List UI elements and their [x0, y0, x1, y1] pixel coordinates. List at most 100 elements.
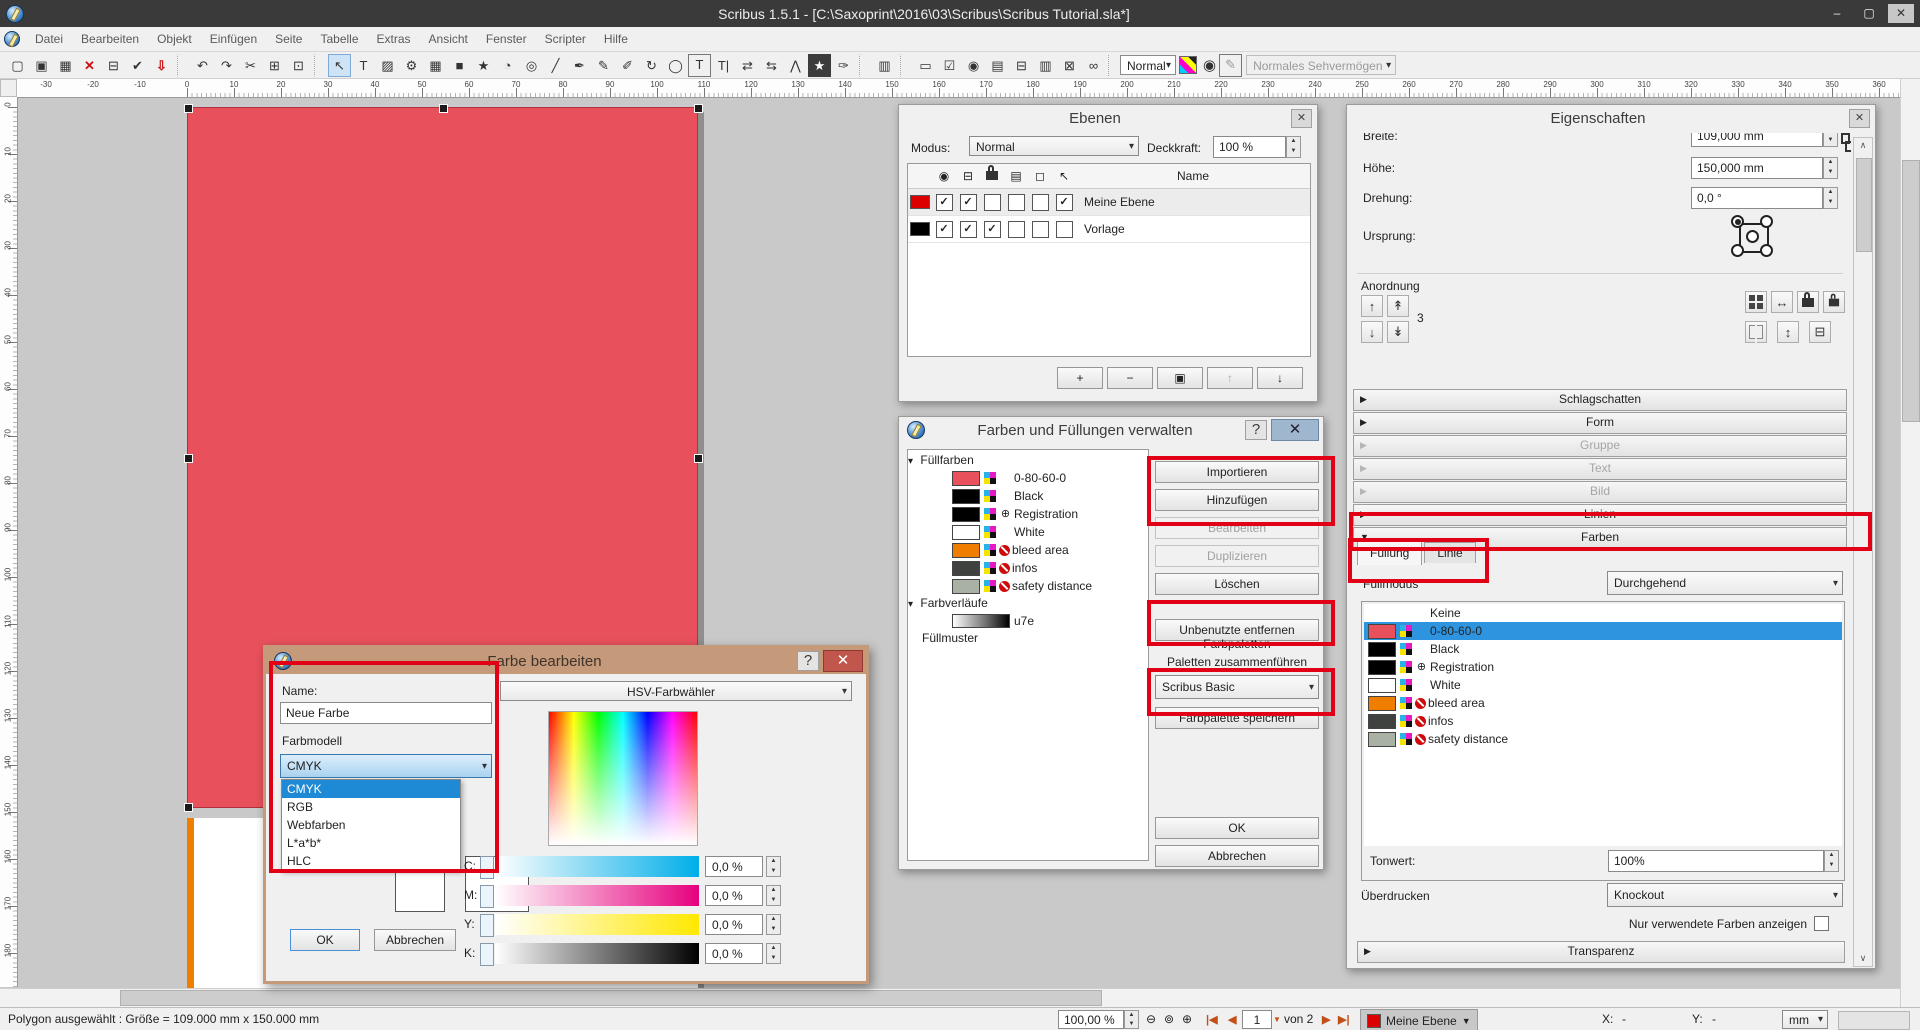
vertical-scrollbar-thumb[interactable]: [1902, 160, 1920, 422]
properties-scrollbar[interactable]: ∧ ∨: [1853, 137, 1873, 967]
measurements-icon[interactable]: ⋀: [784, 54, 807, 77]
insert-freehand-icon[interactable]: ✎: [592, 54, 615, 77]
height-spinner[interactable]: ▲ ▼: [1823, 157, 1838, 179]
color-item[interactable]: White: [1364, 676, 1842, 694]
pdf-check-box-icon[interactable]: ☑: [938, 54, 961, 77]
shade-spinner[interactable]: ▲ ▼: [1824, 850, 1839, 872]
pdf-link-annotation-icon[interactable]: ∞: [1082, 54, 1105, 77]
page-spinner-icon[interactable]: ▼: [1273, 1015, 1281, 1024]
basepoint-widget[interactable]: [1731, 215, 1773, 261]
color-item[interactable]: safety distance: [908, 577, 1148, 595]
rotation-input[interactable]: 0,0 °: [1691, 187, 1823, 209]
layer-outline-checkbox[interactable]: [1028, 193, 1052, 211]
selection-handle[interactable]: [694, 454, 703, 463]
color-item[interactable]: Black: [1364, 640, 1842, 658]
layer-textflow-checkbox[interactable]: [1004, 220, 1028, 238]
color-item[interactable]: Black: [908, 487, 1148, 505]
insert-line-icon[interactable]: ╱: [544, 54, 567, 77]
close-icon[interactable]: ✕: [1291, 108, 1312, 128]
insert-bezier-icon[interactable]: ✒: [568, 54, 591, 77]
menu-item[interactable]: Objekt: [148, 32, 201, 46]
slider-handle[interactable]: [480, 885, 494, 908]
basepoint-topleft[interactable]: [1731, 215, 1744, 228]
to-front-button[interactable]: ↟: [1387, 295, 1409, 317]
insert-table-icon[interactable]: ▦: [424, 54, 447, 77]
menu-item[interactable]: Scripter: [536, 32, 595, 46]
color-item[interactable]: bleed area: [908, 541, 1148, 559]
channel-value-input[interactable]: 0,0 %: [705, 856, 763, 877]
story-editor-icon[interactable]: T|: [712, 54, 735, 77]
selection-handle[interactable]: [184, 803, 193, 812]
section-bar[interactable]: ▶ Text: [1353, 458, 1847, 480]
color-model-option[interactable]: HLC: [282, 852, 460, 870]
basepoint-bottomleft[interactable]: [1731, 244, 1744, 257]
picker-mode-select[interactable]: HSV-Farbwähler: [500, 681, 852, 702]
gradients-group[interactable]: ▾ Farbverläufe: [908, 595, 1148, 612]
undo-icon[interactable]: ↶: [191, 54, 214, 77]
channel-spinner[interactable]: ▲ ▼: [766, 856, 781, 877]
open-document-icon[interactable]: ▣: [30, 54, 53, 77]
color-model-option[interactable]: L*a*b*: [282, 834, 460, 852]
opacity-spinner[interactable]: ▲ ▼: [1286, 136, 1301, 158]
duplicate-button[interactable]: Duplizieren: [1155, 545, 1319, 567]
page-number-input[interactable]: 1: [1242, 1010, 1272, 1029]
opacity-input[interactable]: 100 %: [1213, 136, 1286, 158]
menu-item[interactable]: Datei: [26, 32, 72, 46]
layer-color-swatch[interactable]: [910, 222, 930, 236]
insert-polygon-icon[interactable]: ★: [472, 54, 495, 77]
slider-track[interactable]: [495, 856, 699, 877]
tree-expand-icon[interactable]: ▾: [908, 456, 913, 467]
paste-icon[interactable]: ⊡: [287, 54, 310, 77]
layer-lock-checkbox[interactable]: ✓: [980, 220, 1004, 238]
edit-contents-icon[interactable]: T: [688, 53, 711, 77]
fill-colors-group[interactable]: ▾ Füllfarben: [908, 452, 1148, 469]
minimize-button[interactable]: –: [1824, 4, 1850, 23]
insert-spiral-icon[interactable]: ◎: [520, 54, 543, 77]
lock-button[interactable]: [1797, 291, 1819, 313]
tree-expand-icon[interactable]: ▾: [908, 599, 913, 610]
add-button[interactable]: Hinzufügen: [1155, 489, 1319, 511]
next-page-icon[interactable]: ▶: [1322, 1013, 1330, 1026]
menu-item[interactable]: Seite: [266, 32, 311, 46]
colors-manager-titlebar[interactable]: Farben und Füllungen verwalten ? ✕: [899, 417, 1323, 443]
duplicate-layer-button[interactable]: ▣: [1157, 367, 1203, 389]
zoom-reset-icon[interactable]: ⊚: [1164, 1012, 1174, 1026]
menu-item[interactable]: Einfügen: [201, 32, 266, 46]
slider-track[interactable]: [495, 885, 699, 906]
menu-item[interactable]: Hilfe: [595, 32, 637, 46]
section-bar[interactable]: ▶ Schlagschatten: [1353, 389, 1847, 411]
overprint-select[interactable]: Knockout: [1607, 883, 1843, 907]
color-item[interactable]: bleed area: [1364, 694, 1842, 712]
scrollbar-thumb[interactable]: [1856, 158, 1872, 252]
layer-visible-checkbox[interactable]: ✓: [932, 220, 956, 238]
delete-layer-button[interactable]: −: [1107, 367, 1153, 389]
ok-button[interactable]: OK: [1155, 817, 1319, 839]
properties-titlebar[interactable]: Eigenschaften ✕: [1347, 105, 1875, 131]
insert-text-frame-icon[interactable]: T: [352, 54, 375, 77]
menu-item[interactable]: Extras: [368, 32, 420, 46]
lock-size-button[interactable]: [1823, 291, 1845, 313]
channel-value-input[interactable]: 0,0 %: [705, 914, 763, 935]
layer-select[interactable]: Meine Ebene ▼: [1360, 1009, 1478, 1030]
pdf-combo-box-icon[interactable]: ⊟: [1010, 54, 1033, 77]
unlink-text-frames-icon[interactable]: ⇆: [760, 54, 783, 77]
color-model-option[interactable]: CMYK: [282, 780, 460, 798]
preview-mode-icon[interactable]: ◉: [1203, 56, 1216, 74]
height-input[interactable]: 150,000 mm: [1691, 157, 1823, 179]
transparency-section-bar[interactable]: ▶ Transparenz: [1357, 941, 1845, 963]
help-icon[interactable]: ?: [797, 651, 819, 671]
slider-handle[interactable]: [480, 943, 494, 966]
delete-button[interactable]: Löschen: [1155, 573, 1319, 595]
slider-handle[interactable]: [480, 914, 494, 937]
menu-item[interactable]: Fenster: [477, 32, 536, 46]
section-bar[interactable]: ▶ Form: [1353, 412, 1847, 434]
slider-track[interactable]: [495, 943, 699, 964]
color-model-option[interactable]: RGB: [282, 798, 460, 816]
export-pdf-icon[interactable]: ⇩: [150, 54, 173, 77]
layer-textflow-checkbox[interactable]: [1004, 193, 1028, 211]
hsv-color-map[interactable]: [548, 711, 698, 846]
pdf-radio-button-icon[interactable]: ◉: [962, 54, 985, 77]
close-icon[interactable]: ✕: [1271, 419, 1319, 441]
zoom-icon[interactable]: ◯: [664, 54, 687, 77]
layer-print-checkbox[interactable]: ✓: [956, 220, 980, 238]
